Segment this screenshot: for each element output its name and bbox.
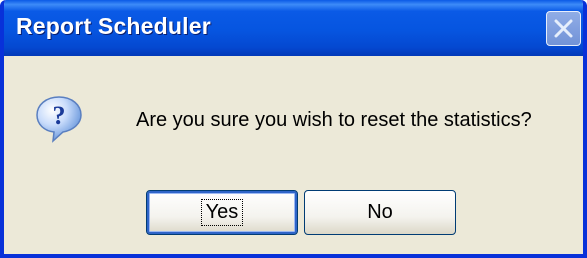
title-bar[interactable]: Report Scheduler xyxy=(4,0,583,56)
close-icon xyxy=(554,19,573,38)
yes-button[interactable]: Yes xyxy=(146,190,298,235)
dialog-body: ? Are you sure you wish to reset the sta… xyxy=(4,56,583,254)
close-button[interactable] xyxy=(546,11,581,46)
svg-text:?: ? xyxy=(53,101,66,130)
no-button-label: No xyxy=(367,201,393,223)
question-icon: ? xyxy=(36,96,82,143)
no-button[interactable]: No xyxy=(304,190,456,235)
dialog-window: Report Scheduler ? Are you sure you wish… xyxy=(0,0,587,258)
window-title: Report Scheduler xyxy=(16,13,211,39)
confirmation-message: Are you sure you wish to reset the stati… xyxy=(136,109,532,131)
yes-button-label: Yes xyxy=(200,199,244,226)
